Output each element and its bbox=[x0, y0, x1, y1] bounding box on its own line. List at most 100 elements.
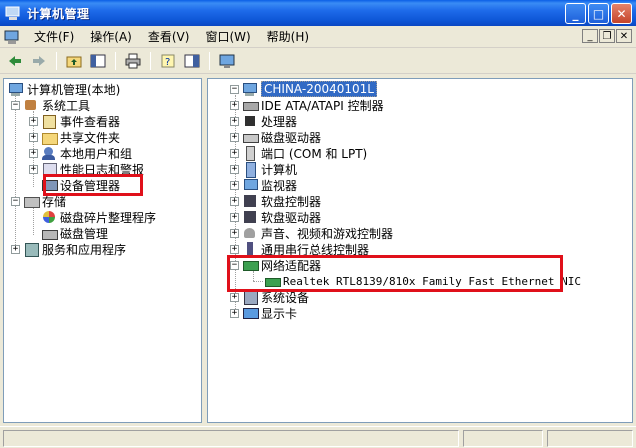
tree-item-shared-folders[interactable]: + 共享文件夹 bbox=[29, 129, 120, 145]
up-one-level-button[interactable] bbox=[63, 50, 85, 72]
expand-toggle[interactable]: + bbox=[29, 148, 38, 158]
mdi-buttons: _ ❐ ✕ bbox=[582, 29, 632, 43]
tree-item-floppy-controllers[interactable]: + 软盘控制器 bbox=[230, 193, 321, 209]
close-button[interactable]: ✕ bbox=[611, 3, 632, 24]
tree-item-processors[interactable]: + 处理器 bbox=[230, 113, 297, 129]
scan-hardware-button[interactable] bbox=[216, 50, 238, 72]
title-bar[interactable]: 计算机管理 _ □ ✕ bbox=[0, 0, 636, 26]
maximize-button[interactable]: □ bbox=[588, 3, 609, 24]
tree-item-event-viewer[interactable]: + 事件查看器 bbox=[29, 113, 120, 129]
floppy-drive-icon bbox=[242, 209, 258, 225]
menu-help[interactable]: 帮助(H) bbox=[259, 27, 317, 47]
tree-item-system-devices[interactable]: + 系统设备 bbox=[230, 289, 309, 305]
menu-file[interactable]: 文件(F) bbox=[26, 27, 82, 47]
tree-item-disk-defragmenter[interactable]: 磁盘碎片整理程序 bbox=[41, 209, 156, 225]
expand-toggle[interactable]: + bbox=[11, 244, 20, 254]
collapse-toggle[interactable]: − bbox=[230, 84, 239, 94]
tree-item-display-adapters[interactable]: + 显示卡 bbox=[230, 305, 297, 321]
speaker-icon bbox=[242, 225, 258, 241]
back-arrow-icon bbox=[9, 56, 21, 66]
tree-item-disk-management[interactable]: 磁盘管理 bbox=[41, 225, 108, 241]
expand-toggle[interactable]: + bbox=[29, 164, 38, 174]
expand-toggle[interactable]: + bbox=[230, 228, 239, 238]
nic-icon bbox=[264, 273, 281, 289]
tree-item-label: 声音、视频和游戏控制器 bbox=[261, 226, 394, 241]
document-icon[interactable] bbox=[4, 29, 20, 45]
tree-item-monitors[interactable]: + 监视器 bbox=[230, 177, 297, 193]
expand-toggle[interactable]: + bbox=[230, 244, 239, 254]
show-tree-icon bbox=[90, 54, 106, 68]
tree-item-label: 显示卡 bbox=[261, 306, 298, 321]
disk-drive-icon bbox=[242, 129, 259, 145]
tree-item-label: 事件查看器 bbox=[60, 114, 121, 129]
expand-toggle[interactable]: + bbox=[230, 292, 239, 302]
menu-window[interactable]: 窗口(W) bbox=[197, 27, 258, 47]
tree-item-local-users[interactable]: + 本地用户和组 bbox=[29, 145, 132, 161]
tree-item-label: 通用串行总线控制器 bbox=[261, 242, 370, 257]
expand-toggle[interactable]: + bbox=[230, 308, 239, 318]
minimize-button[interactable]: _ bbox=[565, 3, 586, 24]
mdi-minimize-button[interactable]: _ bbox=[582, 29, 598, 43]
tree-item-services-apps[interactable]: + 服务和应用程序 bbox=[11, 241, 126, 257]
tree-item-computer-name[interactable]: − CHINA-20040101L bbox=[230, 81, 377, 97]
collapse-toggle[interactable]: − bbox=[11, 100, 20, 110]
forward-button[interactable] bbox=[28, 50, 50, 72]
menu-bar: 文件(F) 操作(A) 查看(V) 窗口(W) 帮助(H) _ ❐ ✕ bbox=[0, 26, 636, 48]
expand-toggle[interactable]: + bbox=[230, 132, 239, 142]
tree-item-floppy-drives[interactable]: + 软盘驱动器 bbox=[230, 209, 321, 225]
tree-item-label: IDE ATA/ATAPI 控制器 bbox=[261, 98, 384, 113]
collapse-toggle[interactable]: − bbox=[11, 196, 20, 206]
menu-action[interactable]: 操作(A) bbox=[82, 27, 140, 47]
tree-item-label: 存储 bbox=[42, 194, 67, 209]
floppy-controller-icon bbox=[242, 193, 258, 209]
menu-view[interactable]: 查看(V) bbox=[140, 27, 198, 47]
help-button[interactable]: ? bbox=[157, 50, 179, 72]
expand-toggle[interactable]: + bbox=[29, 116, 38, 126]
print-icon bbox=[125, 53, 141, 69]
tree-item-disk-drives[interactable]: + 磁盘驱动器 bbox=[230, 129, 321, 145]
expand-toggle[interactable]: + bbox=[29, 132, 38, 142]
expand-toggle[interactable]: + bbox=[230, 164, 239, 174]
disk-management-icon bbox=[41, 225, 58, 241]
properties-icon bbox=[184, 54, 200, 68]
tree-item-label: 软盘控制器 bbox=[261, 194, 322, 209]
expand-toggle[interactable]: + bbox=[230, 116, 239, 126]
tree-item-system-tools[interactable]: − 系统工具 bbox=[11, 97, 90, 113]
ide-controller-icon bbox=[242, 97, 259, 113]
console-tree-pane[interactable]: 计算机管理(本地) − 系统工具 + 事件查看器 + 共享文件夹 + 本地用户和… bbox=[3, 78, 202, 423]
expand-toggle[interactable]: + bbox=[230, 212, 239, 222]
tree-item-label: 系统工具 bbox=[42, 98, 91, 113]
tree-item-device-manager[interactable]: 设备管理器 bbox=[41, 177, 120, 193]
collapse-toggle[interactable]: − bbox=[230, 260, 239, 270]
tree-item-computer[interactable]: + 计算机 bbox=[230, 161, 297, 178]
mdi-restore-button[interactable]: ❐ bbox=[599, 29, 615, 43]
tree-item-label: 端口 (COM 和 LPT) bbox=[261, 146, 368, 161]
tree-item-label: 计算机管理(本地) bbox=[27, 82, 121, 97]
properties-button[interactable] bbox=[181, 50, 203, 72]
expand-toggle[interactable]: + bbox=[230, 148, 239, 158]
tree-item-realtek-nic[interactable]: Realtek RTL8139/810x Family Fast Etherne… bbox=[264, 273, 581, 289]
tree-item-label: 共享文件夹 bbox=[60, 130, 121, 145]
expand-toggle[interactable]: + bbox=[230, 180, 239, 190]
tree-item-network-adapters[interactable]: − 网络适配器 bbox=[230, 257, 321, 273]
tree-item-performance-logs[interactable]: + 性能日志和警报 bbox=[29, 161, 144, 177]
tree-item-usb-controllers[interactable]: + 通用串行总线控制器 bbox=[230, 241, 369, 257]
status-bar bbox=[0, 426, 636, 448]
print-button[interactable] bbox=[122, 50, 144, 72]
tree-item-ide-controllers[interactable]: + IDE ATA/ATAPI 控制器 bbox=[230, 97, 384, 113]
tree-item-label: 磁盘碎片整理程序 bbox=[60, 210, 157, 225]
status-segment bbox=[547, 430, 633, 447]
device-tree-pane[interactable]: − CHINA-20040101L + IDE ATA/ATAPI 控制器 + … bbox=[207, 78, 633, 423]
mdi-close-button[interactable]: ✕ bbox=[616, 29, 632, 43]
tree-item-sound-video[interactable]: + 声音、视频和游戏控制器 bbox=[230, 225, 393, 241]
network-adapter-icon bbox=[242, 257, 259, 273]
tree-item-root[interactable]: 计算机管理(本地) bbox=[8, 81, 120, 97]
back-button[interactable] bbox=[4, 50, 26, 72]
tree-item-ports[interactable]: + 端口 (COM 和 LPT) bbox=[230, 145, 367, 161]
toolbar-separator bbox=[56, 52, 57, 70]
tree-item-label: 磁盘管理 bbox=[60, 226, 109, 241]
expand-toggle[interactable]: + bbox=[230, 100, 239, 110]
tree-item-storage[interactable]: − 存储 bbox=[11, 193, 66, 209]
show-hide-tree-button[interactable] bbox=[87, 50, 109, 72]
expand-toggle[interactable]: + bbox=[230, 196, 239, 206]
